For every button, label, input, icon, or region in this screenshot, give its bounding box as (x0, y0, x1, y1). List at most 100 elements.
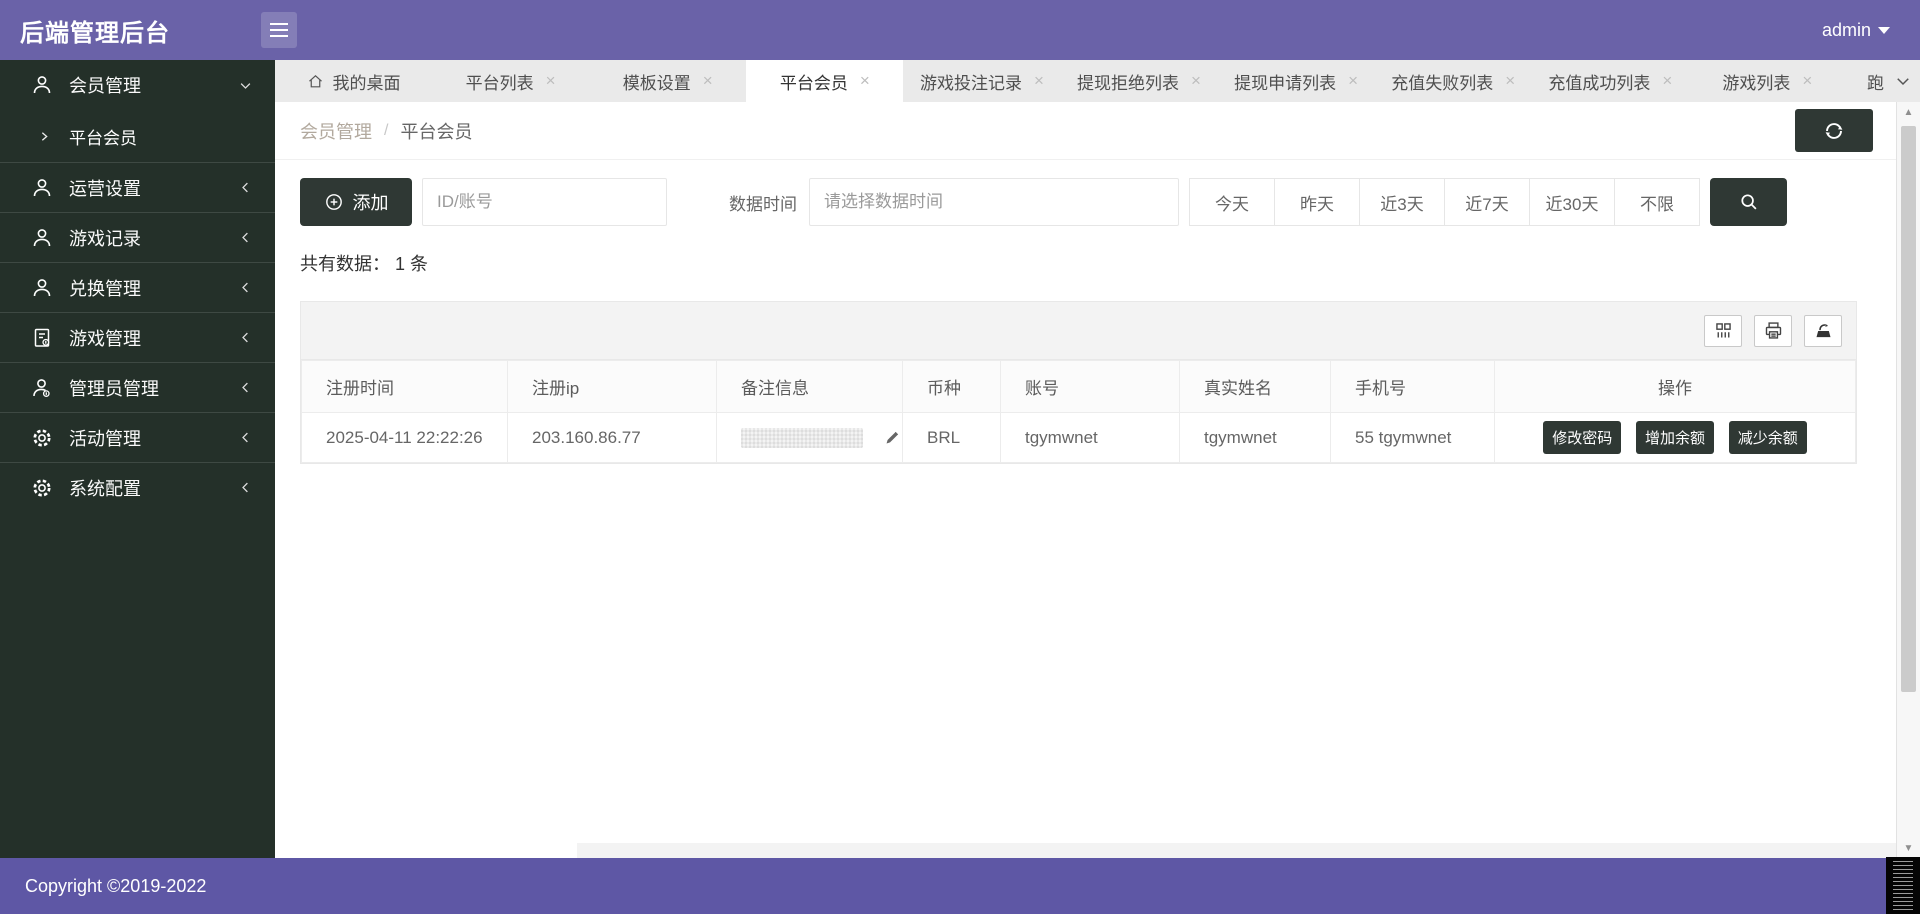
tab-my-desktop[interactable]: 我的桌面 (275, 60, 432, 102)
id-account-input[interactable] (422, 178, 667, 226)
chevron-left-icon (238, 480, 253, 495)
sidebar-subitem-label: 平台会员 (69, 124, 137, 149)
chevron-down-icon (1878, 27, 1890, 34)
quick-range-group: 今天 昨天 近3天 近7天 近30天 不限 (1189, 178, 1700, 226)
close-icon[interactable]: × (1662, 71, 1672, 91)
tab-label: 充值失败列表 (1391, 69, 1493, 94)
col-reg-ip: 注册ip (508, 361, 717, 413)
add-balance-button[interactable]: 增加余额 (1636, 421, 1714, 454)
scroll-up-arrow-icon[interactable]: ▲ (1897, 107, 1920, 118)
table-toolbar (301, 302, 1856, 360)
tab-label: 提现拒绝列表 (1077, 69, 1179, 94)
col-account: 账号 (1001, 361, 1180, 413)
horizontal-scrollbar[interactable] (577, 843, 1896, 858)
col-actions: 操作 (1495, 361, 1856, 413)
tab-recharge-failed-list[interactable]: 充值失败列表 × (1375, 60, 1532, 102)
refresh-button[interactable] (1795, 109, 1873, 152)
table-header-row: 注册时间 注册ip 备注信息 币种 账号 真实姓名 手机号 操作 (302, 361, 1856, 413)
close-icon[interactable]: × (1505, 71, 1515, 91)
sidebar-item-label: 游戏记录 (69, 225, 238, 251)
user-icon (30, 176, 54, 200)
sidebar-item-label: 兑换管理 (69, 275, 238, 301)
tab-withdraw-request-list[interactable]: 提现申请列表 × (1218, 60, 1375, 102)
close-icon[interactable]: × (1191, 71, 1201, 91)
footer: Copyright ©2019-2022 (0, 858, 1920, 914)
tab-game-list[interactable]: 游戏列表 × (1689, 60, 1846, 102)
tab-label: 模板设置 (623, 69, 691, 94)
sidebar-item-admin-management[interactable]: 管理员管理 (0, 362, 275, 412)
sidebar-item-game-management[interactable]: 游戏管理 (0, 312, 275, 362)
sidebar-subitem-platform-members[interactable]: 平台会员 (0, 110, 275, 162)
col-phone: 手机号 (1331, 361, 1495, 413)
add-button[interactable]: 添加 (300, 178, 412, 226)
tab-bar: 我的桌面 平台列表 × 模板设置 × 平台会员 × 游戏投注记录 × 提现拒绝列… (275, 60, 1920, 102)
range-7days-button[interactable]: 近7天 (1444, 178, 1530, 226)
tab-label: 跑 (1867, 69, 1884, 94)
sidebar: 会员管理 平台会员 运营设置 游戏记录 (0, 60, 275, 858)
user-menu[interactable]: admin (1822, 0, 1890, 60)
search-button[interactable] (1710, 178, 1787, 226)
form-icon (30, 326, 54, 350)
range-30days-button[interactable]: 近30天 (1529, 178, 1615, 226)
sidebar-item-operation-settings[interactable]: 运营设置 (0, 162, 275, 212)
breadcrumb-separator: / (384, 122, 388, 140)
tab-truncated[interactable]: 跑 (1846, 60, 1886, 102)
export-button[interactable] (1804, 315, 1842, 347)
cell-remark (717, 413, 903, 463)
close-icon[interactable]: × (1802, 71, 1812, 91)
date-range-input[interactable] (809, 178, 1179, 226)
plus-circle-icon (324, 192, 344, 212)
breadcrumb-current: 平台会员 (400, 118, 472, 144)
hamburger-menu-icon[interactable] (261, 12, 297, 48)
admin-app: 后端管理后台 admin 会员管理 平台会员 运营设置 (0, 0, 1920, 914)
close-icon[interactable]: × (860, 71, 870, 91)
range-today-button[interactable]: 今天 (1189, 178, 1275, 226)
tab-overflow-dropdown[interactable] (1886, 60, 1920, 102)
reduce-balance-button[interactable]: 减少余额 (1729, 421, 1807, 454)
range-unlimited-button[interactable]: 不限 (1614, 178, 1700, 226)
user-icon (30, 276, 54, 300)
table-card: 注册时间 注册ip 备注信息 币种 账号 真实姓名 手机号 操作 2025-04… (300, 301, 1857, 464)
tab-game-bet-records[interactable]: 游戏投注记录 × (903, 60, 1060, 102)
date-label: 数据时间 (729, 190, 797, 215)
table-row: 2025-04-11 22:22:26 203.160.86.77 BRL (302, 413, 1856, 463)
close-icon[interactable]: × (1034, 71, 1044, 91)
vertical-scrollbar[interactable]: ▲ ▼ (1896, 102, 1920, 858)
sidebar-item-label: 管理员管理 (69, 375, 238, 401)
close-icon[interactable]: × (546, 71, 556, 91)
close-icon[interactable]: × (1348, 71, 1358, 91)
change-password-button[interactable]: 修改密码 (1543, 421, 1621, 454)
sidebar-item-label: 运营设置 (69, 175, 238, 201)
sidebar-item-label: 系统配置 (69, 475, 238, 501)
user-icon (30, 73, 54, 97)
breadcrumb-section[interactable]: 会员管理 (300, 118, 372, 144)
sidebar-item-game-records[interactable]: 游戏记录 (0, 212, 275, 262)
range-yesterday-button[interactable]: 昨天 (1274, 178, 1360, 226)
tab-template-settings[interactable]: 模板设置 × (589, 60, 746, 102)
gear-icon (30, 476, 54, 500)
sidebar-item-exchange-management[interactable]: 兑换管理 (0, 262, 275, 312)
tab-platform-members[interactable]: 平台会员 × (746, 60, 903, 102)
breadcrumb: 会员管理 / 平台会员 (275, 102, 1896, 160)
cell-phone: 55 tgymwnet (1331, 413, 1495, 463)
sidebar-item-system-config[interactable]: 系统配置 (0, 462, 275, 512)
admin-user-icon (30, 376, 54, 400)
sidebar-item-activity-management[interactable]: 活动管理 (0, 412, 275, 462)
column-toggle-button[interactable] (1704, 315, 1742, 347)
tab-label: 我的桌面 (333, 69, 401, 94)
print-button[interactable] (1754, 315, 1792, 347)
sidebar-item-member-management[interactable]: 会员管理 (0, 60, 275, 110)
col-real-name: 真实姓名 (1180, 361, 1331, 413)
chevron-down-icon (1894, 72, 1912, 90)
close-icon[interactable]: × (703, 71, 713, 91)
tab-label: 平台列表 (466, 69, 534, 94)
scrollbar-thumb[interactable] (1901, 126, 1916, 692)
tab-platform-list[interactable]: 平台列表 × (432, 60, 589, 102)
scroll-down-arrow-icon[interactable]: ▼ (1897, 843, 1920, 854)
tab-recharge-success-list[interactable]: 充值成功列表 × (1532, 60, 1689, 102)
col-reg-time: 注册时间 (302, 361, 508, 413)
edit-pencil-icon[interactable] (883, 428, 902, 447)
app-title: 后端管理后台 (0, 13, 255, 48)
range-3days-button[interactable]: 近3天 (1359, 178, 1445, 226)
tab-withdraw-rejected-list[interactable]: 提现拒绝列表 × (1060, 60, 1217, 102)
